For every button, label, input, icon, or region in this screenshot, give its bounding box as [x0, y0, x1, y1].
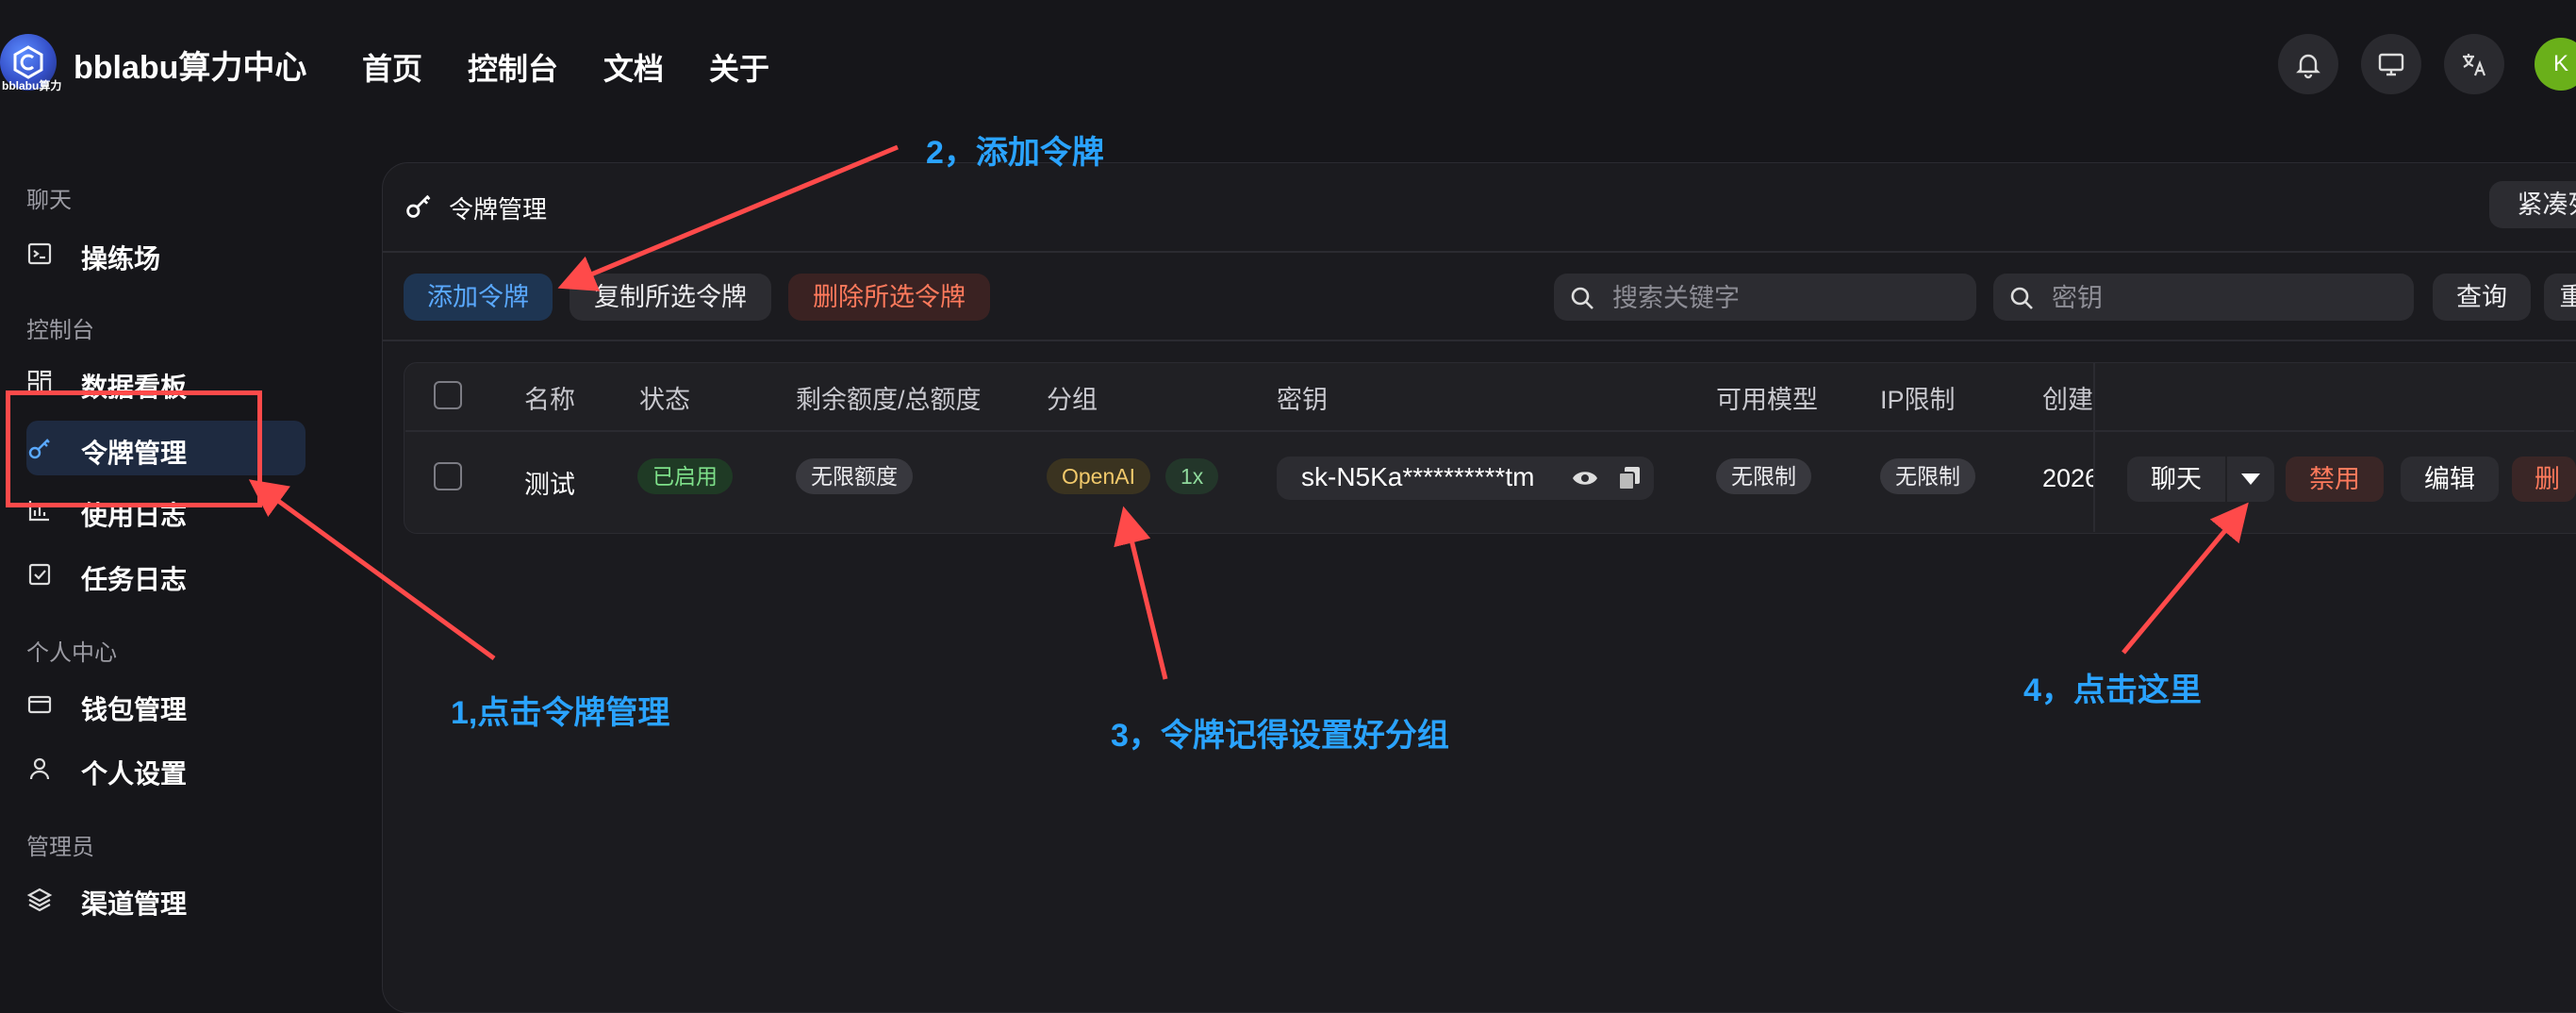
- search-keyword-input[interactable]: [1610, 274, 1935, 323]
- search-icon: [2010, 287, 2033, 309]
- sidebar-item-label: 操练场: [81, 244, 161, 274]
- reset-button[interactable]: 重: [2544, 274, 2576, 321]
- key-icon: [406, 194, 431, 218]
- edit-button[interactable]: 编辑: [2401, 457, 2499, 502]
- monitor-icon: [2378, 53, 2404, 76]
- status-badge: 已启用: [637, 458, 733, 494]
- logo[interactable]: bblabu算力: [0, 34, 61, 92]
- annotation-step2: 2，添加令牌: [926, 135, 1104, 171]
- bell-icon: [2296, 54, 2320, 79]
- actions-column: [2093, 362, 2576, 532]
- eye-icon[interactable]: [1571, 466, 1599, 490]
- copy-selected-button[interactable]: 复制所选令牌: [570, 274, 771, 321]
- panel-divider: [383, 251, 2576, 253]
- notification-button[interactable]: [2278, 34, 2338, 94]
- nav-home[interactable]: 首页: [362, 45, 422, 89]
- annotation-step3: 3，令牌记得设置好分组: [1111, 718, 1449, 754]
- quota-badge: 无限额度: [796, 458, 913, 494]
- sidebar-item-playground[interactable]: 操练场: [26, 226, 305, 281]
- sidebar-item-task-log[interactable]: 任务日志: [26, 547, 305, 602]
- add-token-button[interactable]: 添加令牌: [404, 274, 553, 321]
- chat-button[interactable]: 聊天: [2127, 457, 2225, 502]
- token-name: 测试: [524, 471, 575, 499]
- sidebar-section-chat: 聊天: [26, 188, 72, 213]
- toolbar-divider: [383, 340, 2576, 341]
- logo-text: bblabu算力: [2, 79, 62, 92]
- column-header-group[interactable]: 分组: [1047, 379, 1098, 416]
- sidebar-section-console: 控制台: [26, 318, 94, 343]
- column-header-name[interactable]: 名称: [524, 379, 575, 416]
- search-key-input[interactable]: [2050, 274, 2374, 323]
- column-header-status[interactable]: 状态: [639, 379, 690, 416]
- search-keyword-field[interactable]: [1554, 274, 1976, 323]
- query-button[interactable]: 查询: [2433, 274, 2531, 321]
- search-key-field[interactable]: [1993, 274, 2414, 323]
- column-header-key[interactable]: 密钥: [1277, 379, 1328, 416]
- display-button[interactable]: [2361, 34, 2421, 94]
- group-badge: OpenAI: [1047, 458, 1150, 494]
- ratio-badge: 1x: [1165, 458, 1219, 494]
- sidebar-item-label: 渠道管理: [81, 889, 188, 919]
- copy-icon[interactable]: [1616, 464, 1643, 492]
- sidebar-item-wallet[interactable]: 钱包管理: [26, 677, 305, 732]
- user-icon: [29, 757, 50, 780]
- nav-about[interactable]: 关于: [709, 45, 769, 89]
- row-checkbox[interactable]: [434, 462, 462, 490]
- nav-console[interactable]: 控制台: [468, 45, 558, 89]
- sidebar-item-label: 钱包管理: [81, 695, 188, 724]
- api-key-text: sk-N5Ka**********tm: [1301, 462, 1535, 491]
- sidebar-item-label: 个人设置: [81, 759, 188, 789]
- models-badge: 无限制: [1716, 458, 1811, 494]
- sidebar-section-personal: 个人中心: [26, 640, 117, 666]
- panel-title: 令牌管理: [449, 195, 548, 224]
- logo-icon: [13, 45, 43, 79]
- checklist-icon: [28, 563, 51, 586]
- compact-mode-button[interactable]: 紧凑列: [2489, 181, 2576, 228]
- sidebar-section-admin: 管理员: [26, 835, 94, 860]
- disable-button[interactable]: 禁用: [2286, 457, 2384, 502]
- sidebar-item-channels[interactable]: 渠道管理: [26, 872, 305, 926]
- column-header-models[interactable]: 可用模型: [1716, 379, 1818, 416]
- column-header-ip[interactable]: IP限制: [1880, 379, 1956, 416]
- ip-badge: 无限制: [1880, 458, 1975, 494]
- column-header-created[interactable]: 创建: [2042, 379, 2093, 416]
- brand-title[interactable]: bblabu算力中心: [74, 42, 306, 88]
- created-time: 2026: [2042, 464, 2093, 492]
- wallet-icon: [27, 695, 52, 714]
- chat-dropdown-button[interactable]: [2227, 457, 2274, 502]
- layers-icon: [26, 888, 53, 912]
- highlight-box: [6, 390, 262, 507]
- sidebar-item-settings[interactable]: 个人设置: [26, 741, 305, 796]
- delete-button[interactable]: 删除: [2512, 457, 2576, 502]
- sidebar-item-label: 任务日志: [81, 565, 188, 594]
- annotation-step1: 1,点击令牌管理: [451, 695, 670, 731]
- nav-docs[interactable]: 文档: [603, 45, 664, 89]
- chevron-down-icon: [2241, 473, 2260, 485]
- annotation-step4: 4，点击这里: [2023, 673, 2202, 708]
- select-all-checkbox[interactable]: [434, 381, 462, 409]
- terminal-icon: [27, 242, 52, 265]
- translate-icon: [2463, 54, 2486, 76]
- delete-selected-button[interactable]: 删除所选令牌: [788, 274, 990, 321]
- column-header-quota[interactable]: 剩余额度/总额度: [796, 379, 982, 416]
- language-button[interactable]: [2444, 34, 2504, 94]
- search-icon: [1571, 287, 1593, 309]
